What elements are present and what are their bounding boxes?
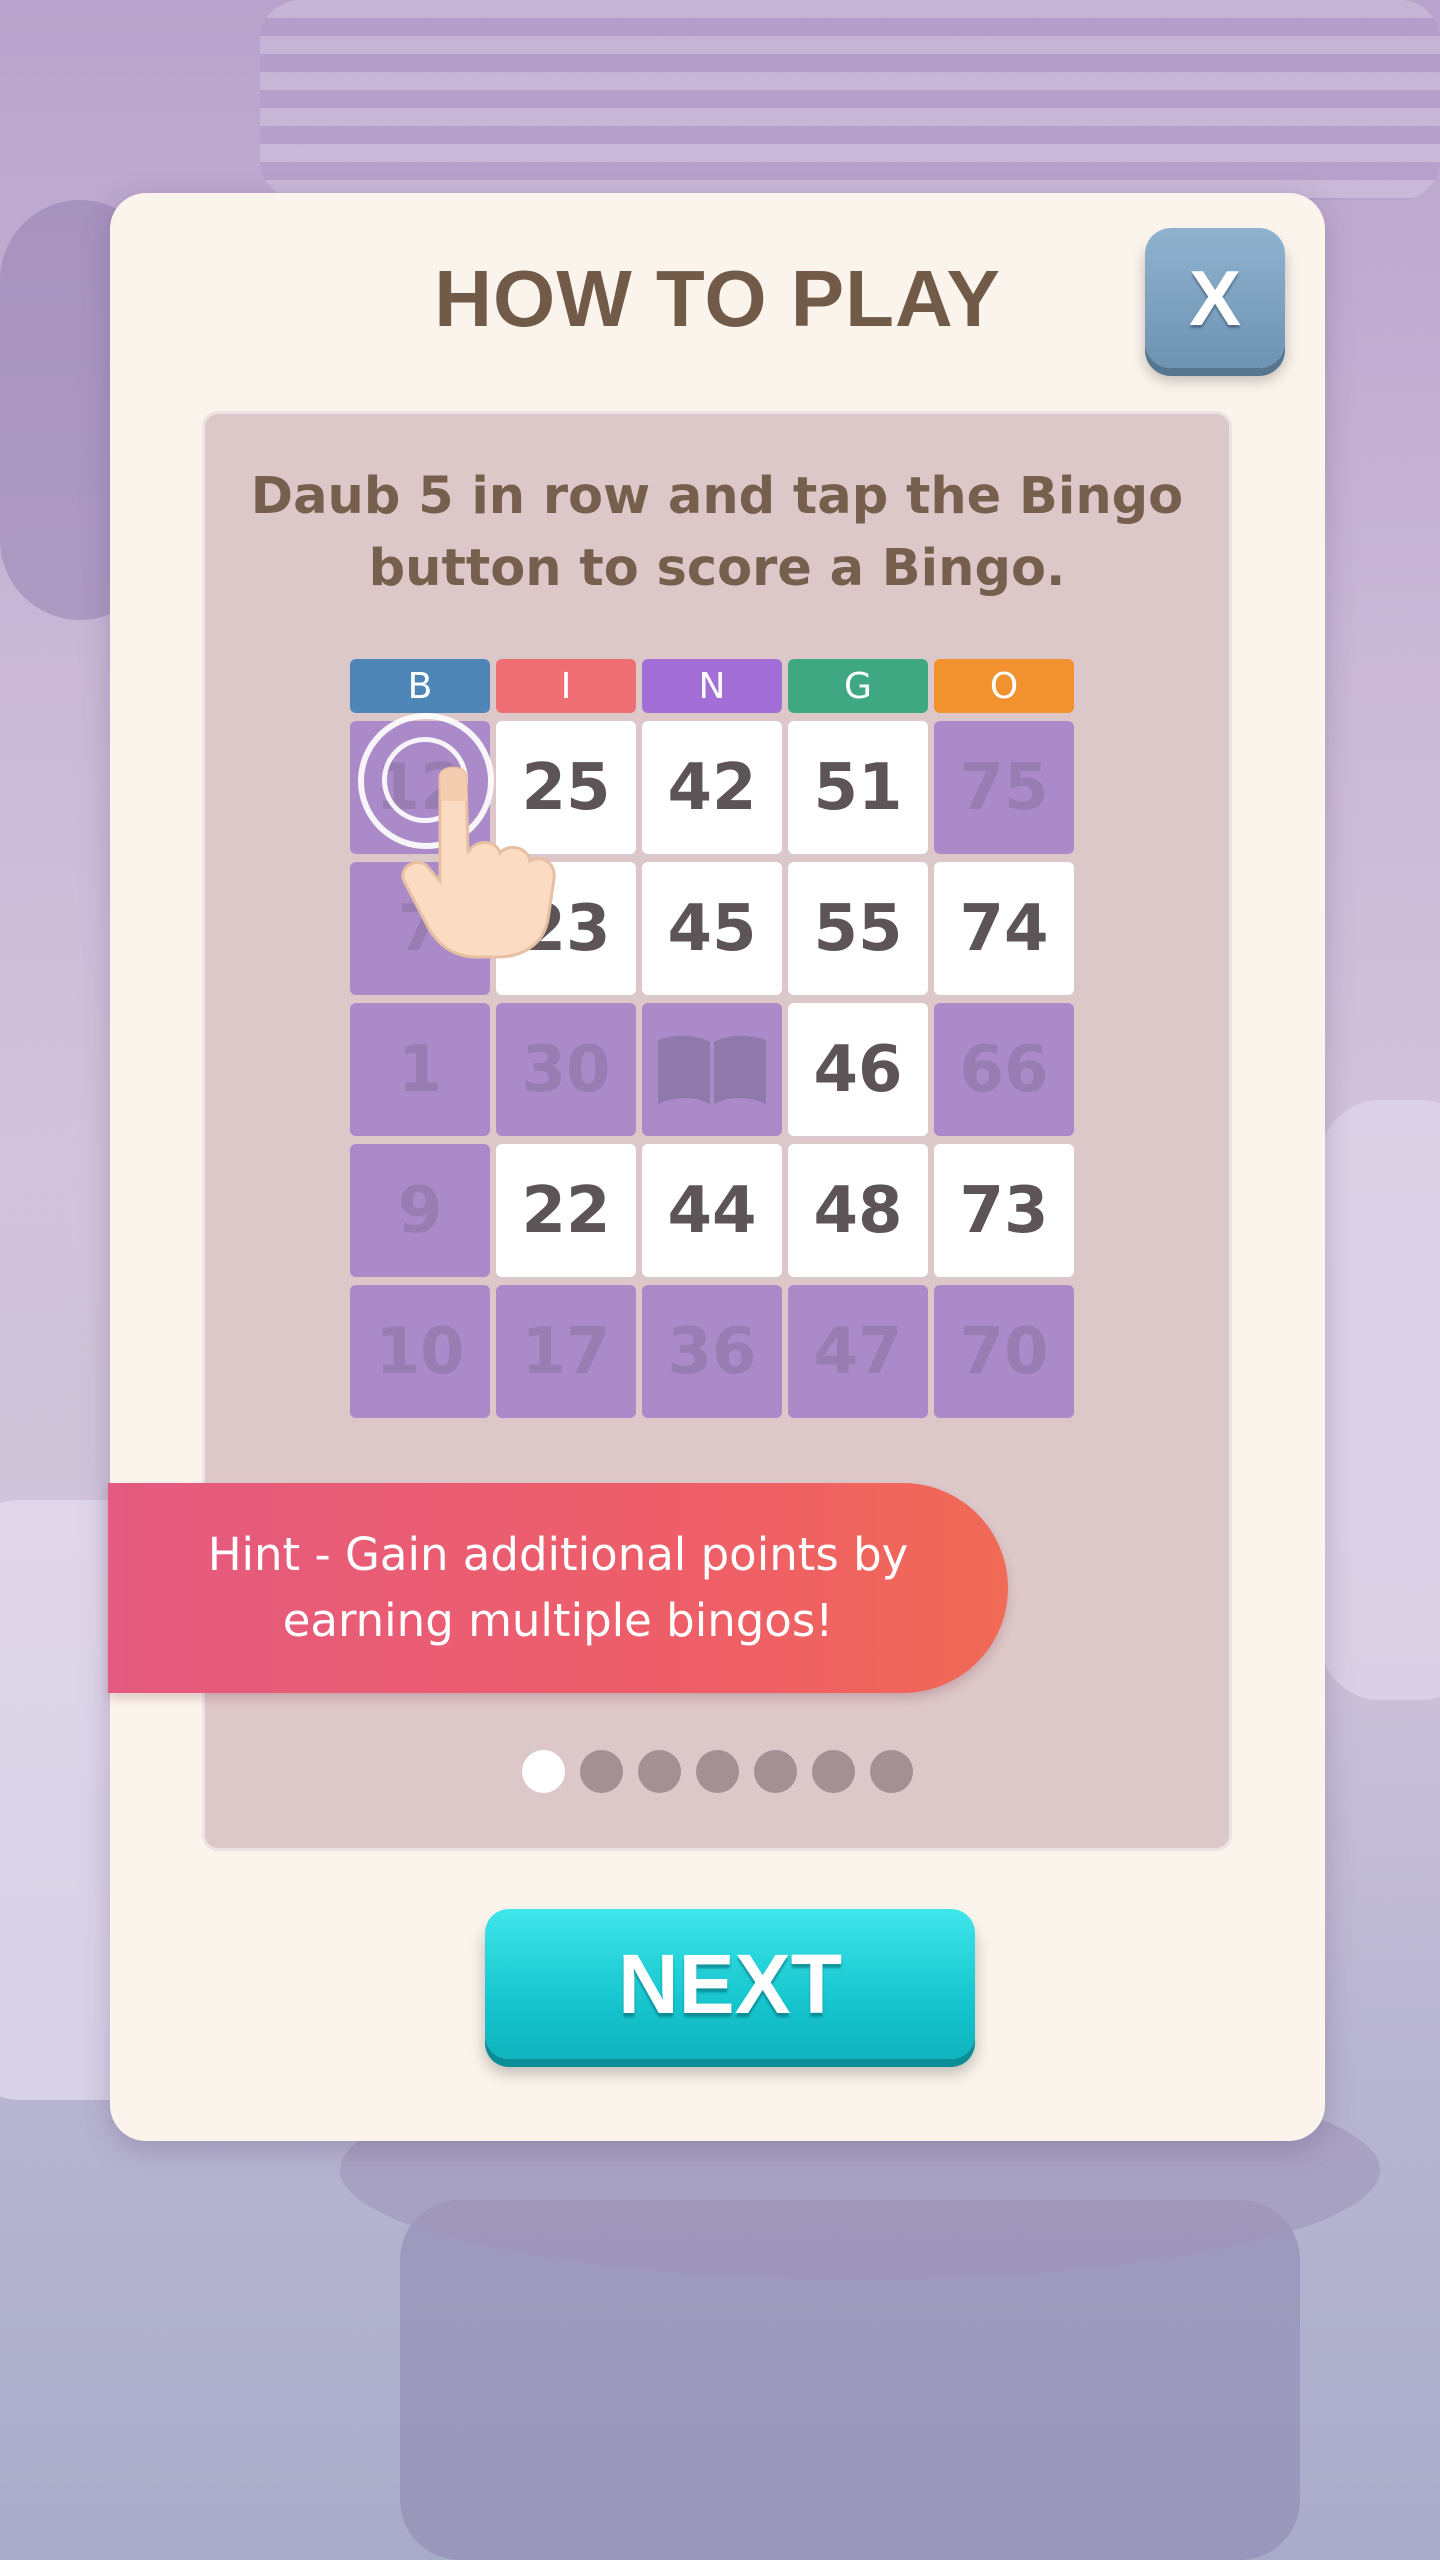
bingo-cell[interactable]: 9 (350, 1144, 490, 1277)
bingo-cell[interactable]: 51 (788, 721, 928, 854)
bingo-cell[interactable]: 74 (934, 862, 1074, 995)
page-dot (812, 1750, 855, 1793)
bingo-cell[interactable]: 22 (496, 1144, 636, 1277)
how-to-play-dialog: HOW TO PLAY X Daub 5 in row and tap the … (108, 193, 1325, 2141)
page-dot (522, 1750, 565, 1793)
bingo-cell[interactable]: 48 (788, 1144, 928, 1277)
bingo-cell[interactable]: 73 (934, 1144, 1074, 1277)
bingo-cell[interactable]: 36 (642, 1285, 782, 1418)
page-dot (638, 1750, 681, 1793)
hint-banner: Hint - Gain additional points by earning… (108, 1483, 1008, 1693)
bingo-cell[interactable]: 1 (350, 1003, 490, 1136)
book-icon (658, 1035, 766, 1104)
background-blinds (260, 0, 1440, 200)
bingo-cell[interactable]: 55 (788, 862, 928, 995)
page-dot (580, 1750, 623, 1793)
bingo-cell[interactable]: 17 (496, 1285, 636, 1418)
bingo-header-row: BINGO (350, 659, 1080, 713)
bingo-cell[interactable]: 70 (934, 1285, 1074, 1418)
bingo-cell[interactable]: 75 (934, 721, 1074, 854)
column-header-g: G (788, 659, 928, 713)
close-button[interactable]: X (1145, 228, 1285, 368)
bingo-cell[interactable]: 45 (642, 862, 782, 995)
bingo-cell[interactable]: 42 (642, 721, 782, 854)
bingo-cell[interactable]: 66 (934, 1003, 1074, 1136)
bingo-cell[interactable]: 47 (788, 1285, 928, 1418)
page-indicator (522, 1750, 913, 1793)
bingo-cell[interactable]: 30 (496, 1003, 636, 1136)
next-button-label: NEXT (617, 1936, 843, 2031)
close-icon: X (1188, 253, 1242, 342)
background-sofa-right (1320, 1100, 1440, 1700)
dialog-title: HOW TO PLAY (434, 254, 1001, 343)
next-button[interactable]: NEXT (485, 1909, 975, 2059)
bingo-free-cell[interactable] (642, 1003, 782, 1136)
pointing-hand-icon (401, 766, 556, 959)
bingo-cell[interactable]: 10 (350, 1285, 490, 1418)
column-header-o: O (934, 659, 1074, 713)
bingo-cell[interactable]: 46 (788, 1003, 928, 1136)
page-dot (696, 1750, 739, 1793)
bingo-cell[interactable]: 44 (642, 1144, 782, 1277)
page-dot (870, 1750, 913, 1793)
column-header-i: I (496, 659, 636, 713)
page-dot (754, 1750, 797, 1793)
instruction-text: Daub 5 in row and tap the Bingo button t… (250, 467, 1184, 598)
hint-text: Hint - Gain additional points by earning… (207, 1528, 909, 1647)
column-header-n: N (642, 659, 782, 713)
column-header-b: B (350, 659, 490, 713)
